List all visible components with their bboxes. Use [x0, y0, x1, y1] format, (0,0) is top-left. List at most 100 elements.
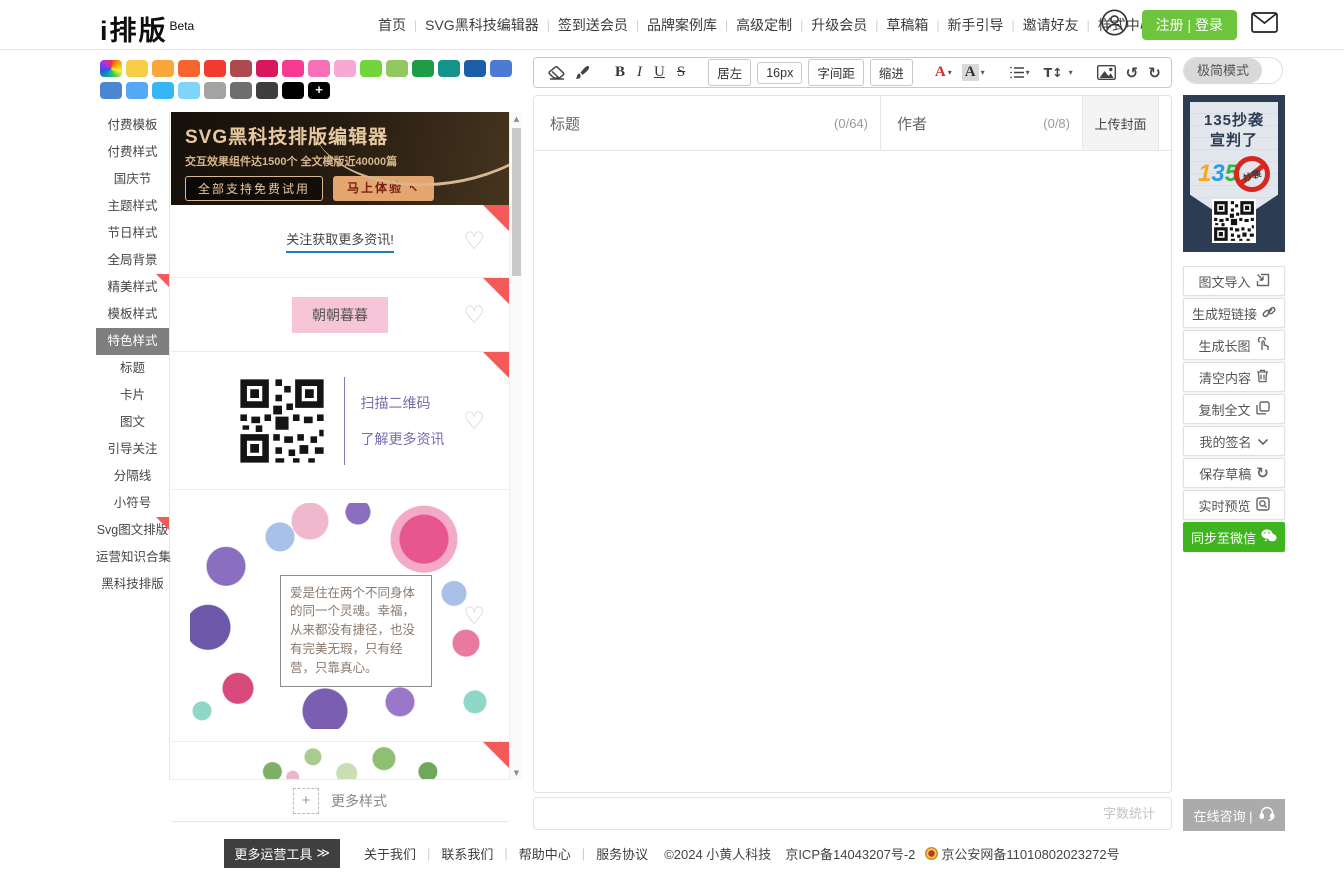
font-size-button[interactable]: 16px [757, 62, 802, 84]
color-swatch[interactable] [490, 60, 512, 77]
color-swatch[interactable] [256, 60, 278, 77]
style-card-tag[interactable]: 朝朝暮暮 ♡ [171, 278, 509, 352]
color-swatch[interactable] [282, 82, 304, 99]
color-swatch[interactable] [230, 82, 252, 99]
police-license[interactable]: 京公安网备11010802023272号 [941, 844, 1119, 863]
color-swatch[interactable] [178, 60, 200, 77]
category-item-特色样式[interactable]: 特色样式 [96, 328, 169, 355]
color-swatch[interactable] [152, 60, 174, 77]
nav-item-svg-editor[interactable]: SVG黑科技编辑器 [425, 15, 539, 35]
category-item-付费样式[interactable]: 付费样式 [96, 139, 169, 166]
category-item-卡片[interactable]: 卡片 [96, 382, 169, 409]
live-preview-button[interactable]: 实时预览 [1183, 490, 1285, 520]
scroll-down-icon[interactable]: ▼ [510, 769, 523, 777]
more-tools-button[interactable]: 更多运营工具≫ [224, 839, 340, 868]
footer-link-contact[interactable]: 联系我们 [441, 844, 493, 863]
nav-item-drafts[interactable]: 草稿箱 [886, 15, 928, 35]
nav-item-signin-vip[interactable]: 签到送会员 [558, 15, 628, 35]
plagiarism-promo-banner[interactable]: 135抄袭 宣判了 135 抄袭 [1183, 95, 1285, 252]
category-item-引导关注[interactable]: 引导关注 [96, 436, 169, 463]
banner-try-now-button[interactable]: 马上体验 ↖ [333, 176, 434, 201]
font-color-button[interactable]: A▾ [935, 64, 952, 81]
title-input[interactable]: 标题 (0/64) [534, 96, 881, 150]
color-swatch[interactable] [386, 60, 408, 77]
style-card-follow[interactable]: 关注获取更多资讯! ♡ [171, 205, 509, 278]
register-login-button[interactable]: 注册 | 登录 [1142, 10, 1237, 40]
category-item-小符号[interactable]: 小符号 [96, 490, 169, 517]
nav-item-brand-cases[interactable]: 品牌案例库 [647, 15, 717, 35]
user-avatar-icon[interactable] [1101, 9, 1128, 41]
line-height-button[interactable]: T↕▾ [1040, 65, 1073, 80]
scroll-up-icon[interactable]: ▲ [510, 115, 523, 123]
short-link-button[interactable]: 生成短链接 [1183, 298, 1285, 328]
style-card-greenery[interactable] [171, 742, 509, 780]
style-card-qrcode[interactable]: 扫描二维码 了解更多资讯 ♡ [171, 352, 509, 490]
author-input[interactable]: 作者 (0/8) [881, 96, 1083, 150]
undo-icon[interactable]: ↺ [1126, 64, 1139, 82]
favorite-heart-icon[interactable]: ♡ [463, 604, 485, 628]
clear-content-button[interactable]: 清空内容 [1183, 362, 1285, 392]
footer-link-terms[interactable]: 服务协议 [596, 844, 648, 863]
nav-item-beginner-guide[interactable]: 新手引导 [947, 15, 1003, 35]
save-draft-button[interactable]: 保存草稿 ↻ [1183, 458, 1285, 488]
category-item-标题[interactable]: 标题 [96, 355, 169, 382]
upload-cover-button[interactable]: 上传封面 [1083, 96, 1159, 150]
editor-content-area[interactable] [534, 151, 1171, 792]
color-swatch[interactable] [308, 60, 330, 77]
strikethrough-button[interactable]: S [677, 64, 685, 81]
nav-item-custom[interactable]: 高级定制 [736, 15, 792, 35]
mail-icon[interactable] [1251, 12, 1278, 38]
insert-image-button[interactable] [1097, 65, 1116, 80]
svg-editor-promo-banner[interactable]: SVG黑科技排版编辑器 交互效果组件达1500个 全文模版近40000篇 全部支… [171, 112, 509, 205]
color-swatch[interactable] [256, 82, 278, 99]
color-swatch[interactable] [204, 82, 226, 99]
italic-button[interactable]: I [637, 64, 642, 81]
more-styles-button[interactable]: + 更多样式 [171, 780, 509, 822]
category-item-主题样式[interactable]: 主题样式 [96, 193, 169, 220]
category-item-Svg图文排版[interactable]: Svg图文排版 [96, 517, 169, 544]
logo[interactable]: i排版Beta [100, 9, 194, 48]
format-eraser-icon[interactable] [548, 66, 565, 80]
category-item-模板样式[interactable]: 模板样式 [96, 301, 169, 328]
color-swatch[interactable] [152, 82, 174, 99]
favorite-heart-icon[interactable]: ♡ [463, 303, 485, 327]
category-item-节日样式[interactable]: 节日样式 [96, 220, 169, 247]
format-brush-icon[interactable] [575, 65, 590, 80]
color-swatch[interactable] [360, 60, 382, 77]
highlight-color-button[interactable]: A▾ [962, 64, 985, 81]
ordered-list-button[interactable]: ▾ [1009, 66, 1030, 79]
scrollbar-thumb[interactable] [512, 128, 521, 276]
favorite-heart-icon[interactable]: ♡ [463, 409, 485, 433]
category-item-黑科技排版[interactable]: 黑科技排版 [96, 571, 169, 598]
copy-all-button[interactable]: 复制全文 [1183, 394, 1285, 424]
nav-item-invite-friends[interactable]: 邀请好友 [1023, 15, 1079, 35]
category-item-图文[interactable]: 图文 [96, 409, 169, 436]
underline-button[interactable]: U [654, 64, 665, 81]
category-item-精美样式[interactable]: 精美样式 [96, 274, 169, 301]
color-swatch[interactable] [438, 60, 460, 77]
indent-button[interactable]: 缩进 [870, 59, 913, 86]
color-swatch[interactable] [126, 82, 148, 99]
sync-to-wechat-button[interactable]: 同步至微信 [1183, 522, 1285, 552]
letter-spacing-button[interactable]: 字间距 [808, 59, 864, 86]
color-swatch[interactable] [464, 60, 486, 77]
color-swatch[interactable] [178, 82, 200, 99]
color-swatch[interactable] [100, 82, 122, 99]
category-item-国庆节[interactable]: 国庆节 [96, 166, 169, 193]
banner-free-trial-button[interactable]: 全部支持免费试用 [185, 176, 323, 201]
add-color-swatch[interactable]: + [308, 82, 330, 99]
favorite-heart-icon[interactable]: ♡ [463, 229, 485, 253]
bold-button[interactable]: B [615, 64, 625, 81]
icp-license[interactable]: 京ICP备14043207号-2 [785, 844, 915, 863]
long-image-button[interactable]: 生成长图 [1183, 330, 1285, 360]
style-card-quote[interactable]: 爱是住在两个不同身体的同一个灵魂。幸福，从来都没有捷径，也没有完美无瑕，只有经营… [171, 490, 509, 742]
import-article-button[interactable]: 图文导入 [1183, 266, 1285, 296]
nav-item-home[interactable]: 首页 [378, 15, 406, 35]
my-signature-button[interactable]: 我的签名 [1183, 426, 1285, 456]
footer-link-help[interactable]: 帮助中心 [519, 844, 571, 863]
color-swatch[interactable] [126, 60, 148, 77]
category-item-运营知识合集[interactable]: 运营知识合集 [96, 544, 169, 571]
footer-link-about[interactable]: 关于我们 [364, 844, 416, 863]
category-item-分隔线[interactable]: 分隔线 [96, 463, 169, 490]
align-button[interactable]: 居左 [708, 59, 751, 86]
